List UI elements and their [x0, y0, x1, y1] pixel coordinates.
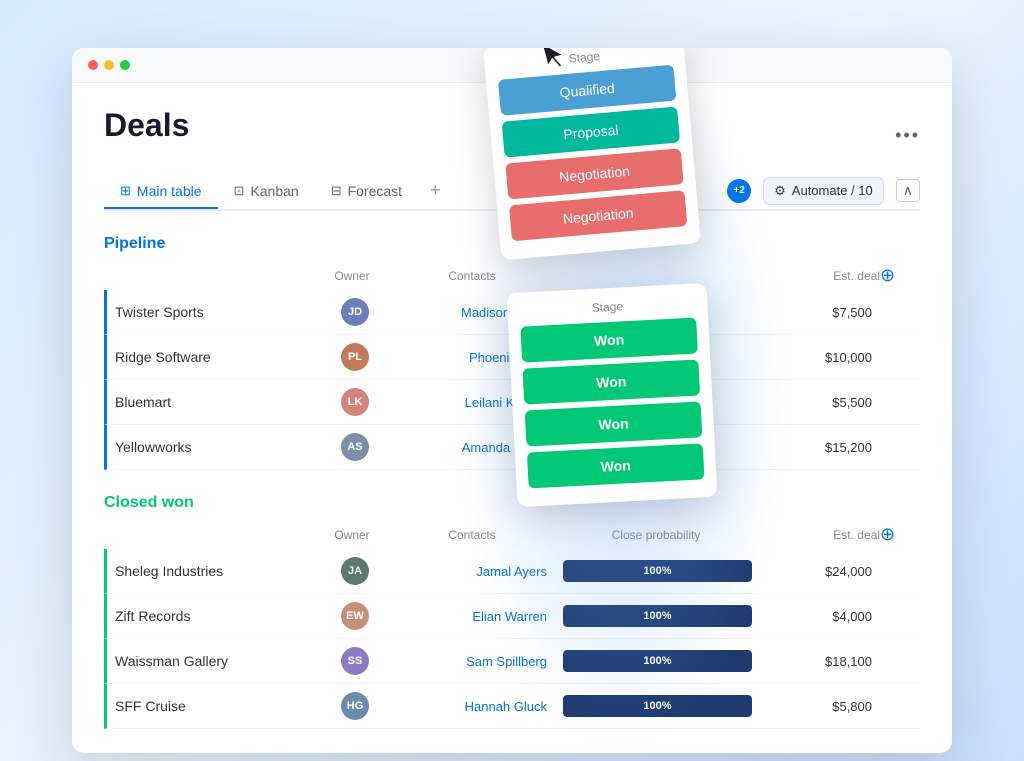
est-deal: $4,000: [760, 609, 880, 624]
table-row: Waissman Gallery SS Sam Spillberg 100% $…: [104, 639, 920, 684]
est-deal: $5,800: [760, 699, 880, 714]
table-icon: ⊞: [120, 183, 131, 199]
kanban-icon: ⊡: [234, 183, 245, 199]
tab-forecast[interactable]: ⊟ Forecast: [315, 175, 418, 209]
avatar: PL: [341, 343, 369, 371]
est-deal: $24,000: [760, 564, 880, 579]
table-row: Sheleg Industries JA Jamal Ayers 100% $2…: [104, 549, 920, 594]
col-contacts-header: Contacts: [392, 528, 552, 542]
avatar: JA: [341, 557, 369, 585]
avatar: HG: [341, 692, 369, 720]
add-column-button[interactable]: ⊕: [880, 265, 895, 285]
won-option-1[interactable]: Won: [520, 317, 698, 362]
probability-fill: 100%: [563, 650, 752, 672]
stage-dropdown-popup: Stage Qualified Proposal Negotiation Neg…: [483, 48, 701, 260]
contact-link[interactable]: Hannah Gluck: [395, 699, 555, 714]
table-row: SFF Cruise HG Hannah Gluck 100% $5,800: [104, 684, 920, 729]
col-close-prob-header: Close probability: [552, 528, 760, 542]
avatar: JD: [341, 298, 369, 326]
deal-name: SFF Cruise: [115, 698, 315, 714]
closed-won-table-header: Owner Contacts Close probability Est. de…: [104, 520, 920, 549]
col-est-header: Est. deal: [760, 528, 880, 542]
pipeline-table-header: Owner Contacts Est. deal ⊕: [104, 261, 920, 290]
est-deal: $18,100: [760, 654, 880, 669]
app-window: Deals ••• ⊞ Main table ⊡ Kanban ⊟ Foreca…: [72, 48, 952, 753]
collapse-button[interactable]: ∧: [896, 179, 920, 202]
closed-won-section: Closed won Owner Contacts Close probabil…: [104, 494, 920, 729]
probability-fill: 100%: [563, 695, 752, 717]
table-row: Yellowworks AS Amanda Smith Negotiation …: [104, 425, 920, 470]
deal-name: Zift Records: [115, 608, 315, 624]
est-deal: $10,000: [760, 350, 880, 365]
add-column-button-2[interactable]: ⊕: [880, 524, 895, 544]
add-tab-button[interactable]: +: [418, 172, 453, 209]
shield-badge: +2: [727, 179, 751, 203]
est-deal: $7,500: [760, 305, 880, 320]
dot-green[interactable]: [120, 60, 130, 70]
col-owner-header: Owner: [312, 269, 392, 283]
probability-bar: 100%: [563, 560, 752, 582]
contact-link[interactable]: Elian Warren: [395, 609, 555, 624]
avatar: AS: [341, 433, 369, 461]
deal-name: Waissman Gallery: [115, 653, 315, 669]
probability-bar: 100%: [563, 650, 752, 672]
est-deal: $5,500: [760, 395, 880, 410]
dot-yellow[interactable]: [104, 60, 114, 70]
more-options-button[interactable]: •••: [895, 125, 920, 146]
table-row: Zift Records EW Elian Warren 100% $4,000: [104, 594, 920, 639]
deal-name: Twister Sports: [115, 304, 315, 320]
page-title: Deals: [104, 107, 189, 144]
col-est-header: Est. deal: [760, 269, 880, 283]
probability-bar: 100%: [563, 695, 752, 717]
won-option-4[interactable]: Won: [527, 443, 705, 488]
probability-fill: 100%: [563, 605, 752, 627]
won-option-2[interactable]: Won: [522, 359, 700, 404]
avatar: SS: [341, 647, 369, 675]
col-owner-header: Owner: [312, 528, 392, 542]
tab-kanban[interactable]: ⊡ Kanban: [218, 175, 315, 209]
automate-icon: ⚙: [774, 183, 786, 199]
avatar: EW: [341, 602, 369, 630]
won-dropdown-popup: Stage Won Won Won Won: [507, 283, 718, 507]
deal-name: Sheleg Industries: [115, 563, 315, 579]
probability-fill: 100%: [563, 560, 752, 582]
deal-name: Bluemart: [115, 394, 315, 410]
forecast-icon: ⊟: [331, 183, 342, 199]
deal-name: Ridge Software: [115, 349, 315, 365]
deal-name: Yellowworks: [115, 439, 315, 455]
avatar: LK: [341, 388, 369, 416]
est-deal: $15,200: [760, 440, 880, 455]
closed-won-section-title: Closed won: [104, 494, 920, 512]
col-contacts-header: Contacts: [392, 269, 552, 283]
automate-button[interactable]: ⚙ Automate / 10: [763, 177, 884, 205]
stage-option-negotiation-2[interactable]: Negotiation: [509, 190, 687, 241]
contact-link[interactable]: Sam Spillberg: [395, 654, 555, 669]
dot-red[interactable]: [88, 60, 98, 70]
col-add-header: ⊕: [880, 265, 920, 286]
won-option-3[interactable]: Won: [525, 401, 703, 446]
won-popup-title: Stage: [519, 296, 695, 319]
probability-bar: 100%: [563, 605, 752, 627]
tab-main-table[interactable]: ⊞ Main table: [104, 175, 218, 209]
contact-link[interactable]: Jamal Ayers: [395, 564, 555, 579]
